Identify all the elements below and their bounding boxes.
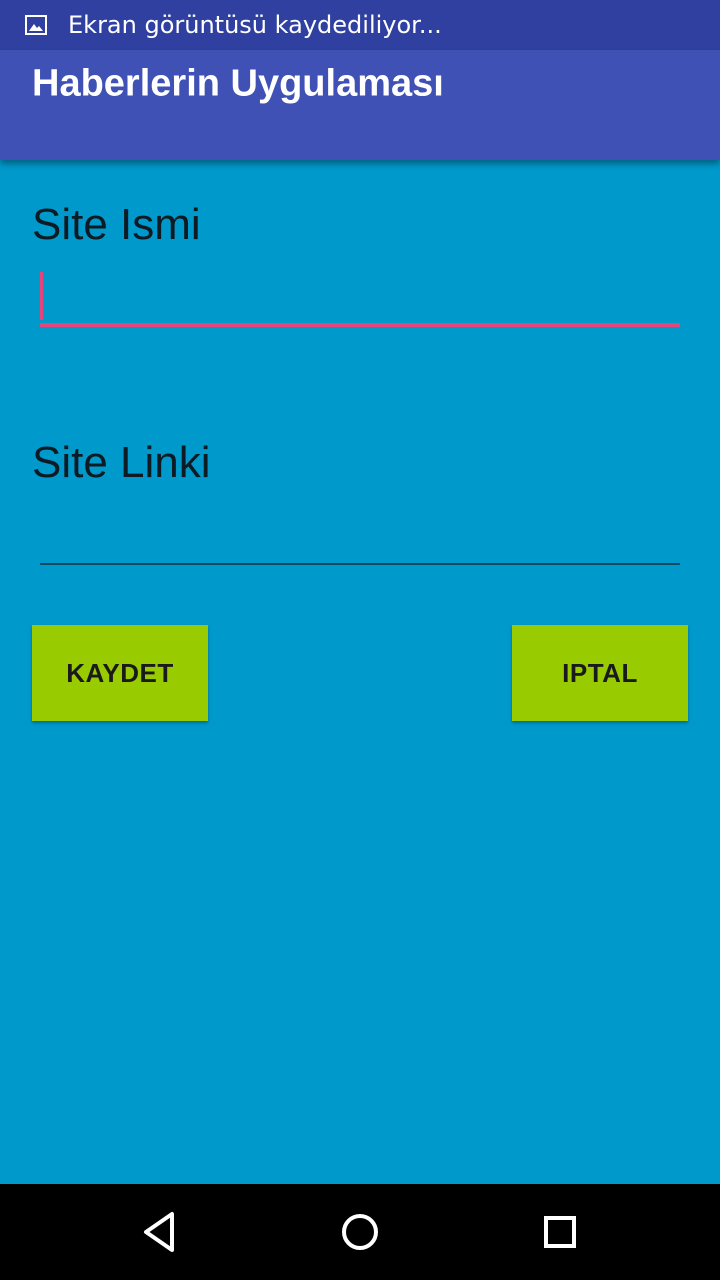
- status-bar: Ekran görüntüsü kaydediliyor...: [0, 0, 720, 50]
- status-notification-text: Ekran görüntüsü kaydediliyor...: [68, 11, 442, 39]
- text-cursor: [40, 272, 43, 320]
- site-name-label: Site Ismi: [32, 200, 201, 249]
- image-icon: [25, 15, 47, 35]
- back-triangle-icon[interactable]: [136, 1208, 184, 1256]
- cancel-button[interactable]: IPTAL: [512, 625, 688, 721]
- recents-square-icon[interactable]: [536, 1208, 584, 1256]
- app-title: Haberlerin Uygulaması: [32, 62, 444, 105]
- app-screen: Ekran görüntüsü kaydediliyor... Haberler…: [0, 0, 720, 1280]
- site-link-label: Site Linki: [32, 438, 211, 487]
- site-link-input[interactable]: [40, 515, 680, 565]
- app-bar: Haberlerin Uygulaması: [0, 50, 720, 160]
- navigation-bar: [0, 1184, 720, 1280]
- save-button[interactable]: KAYDET: [32, 625, 208, 721]
- site-name-input[interactable]: [40, 277, 680, 327]
- home-circle-icon[interactable]: [336, 1208, 384, 1256]
